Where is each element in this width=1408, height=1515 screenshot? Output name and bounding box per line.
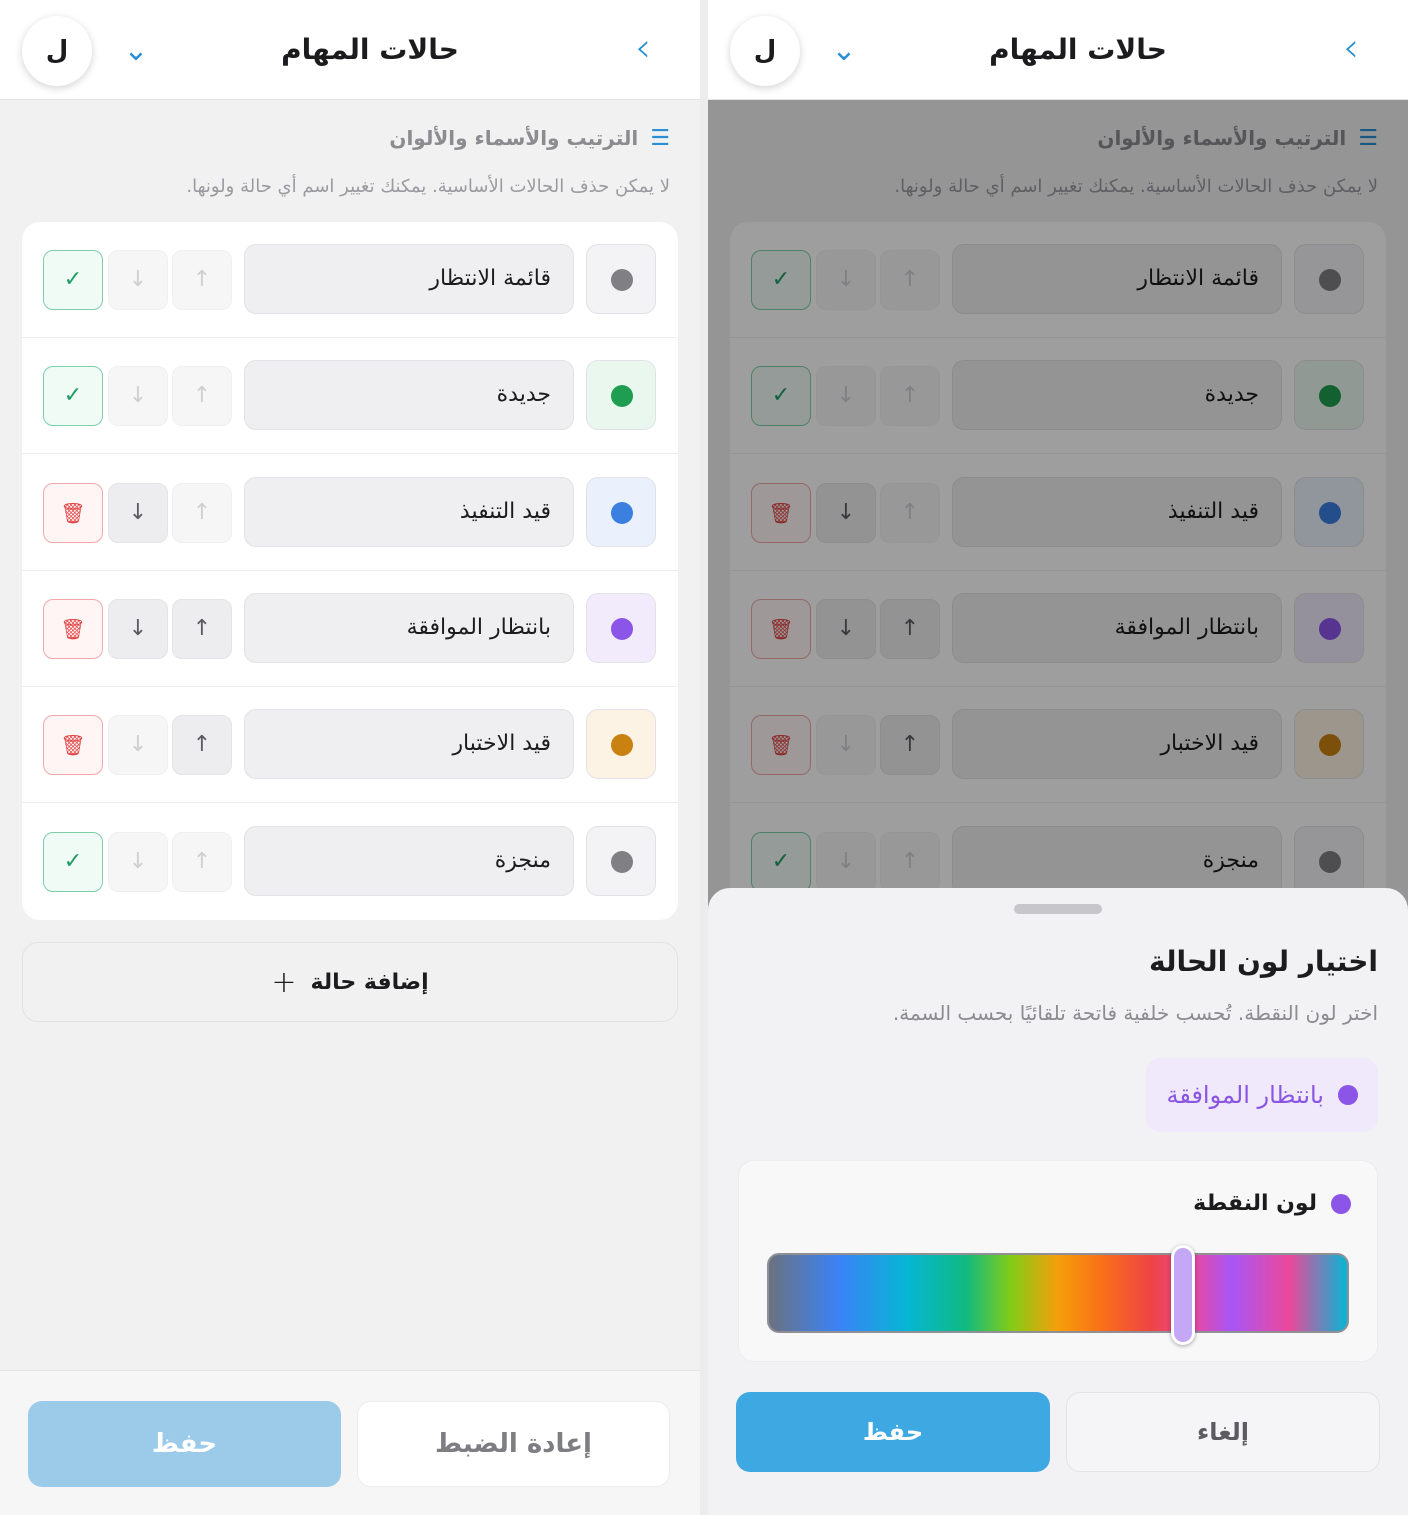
status-name-input[interactable]: منجزة — [244, 825, 574, 896]
status-row: قائمة الانتظار ↑ ↓ ✓ — [22, 222, 678, 338]
check-icon[interactable]: ✓ — [43, 831, 103, 892]
status-row: بانتظار الموافقة ↑ ↓ 🗑 — [22, 571, 678, 687]
dot-color-header: لون النقطة — [1193, 1191, 1351, 1216]
hue-slider-track[interactable] — [767, 1253, 1349, 1333]
add-status-button[interactable]: إضافة حالة + — [22, 942, 678, 1022]
bottom-action-bar: حفظ إعادة الضبط — [0, 1370, 700, 1515]
chevron-right-icon[interactable]: › — [1333, 28, 1369, 70]
status-color-button[interactable] — [586, 825, 656, 896]
move-down-button[interactable]: ↓ — [108, 598, 168, 659]
move-up-button[interactable]: ↑ — [172, 366, 232, 427]
dot-color-swatch — [1331, 1193, 1351, 1214]
status-name-value: بانتظار الموافقة — [406, 614, 551, 640]
dot-color-card: لون النقطة — [738, 1160, 1378, 1362]
check-icon[interactable]: ✓ — [43, 366, 103, 427]
status-name-input[interactable]: قيد التنفيذ — [244, 476, 574, 547]
chevron-down-icon[interactable]: ⌄ — [118, 34, 154, 70]
move-up-button[interactable]: ↑ — [172, 598, 232, 659]
status-color-dot — [611, 269, 633, 291]
trash-icon[interactable]: 🗑 — [43, 482, 103, 543]
move-up-button[interactable]: ↑ — [172, 831, 232, 892]
move-down-button[interactable]: ↓ — [108, 831, 168, 892]
section-heading: ☰ الترتيب والأسماء والألوان — [389, 120, 670, 156]
top-bar: › حالات المهام ⌄ ل — [708, 0, 1408, 100]
status-color-button[interactable] — [586, 360, 656, 431]
top-bar: › حالات المهام ⌄ ل — [0, 0, 700, 100]
status-name-value: جديدة — [496, 382, 551, 408]
reset-button[interactable]: إعادة الضبط — [357, 1401, 670, 1487]
checklist-icon: ☰ — [650, 125, 670, 151]
sheet-cancel-button[interactable]: إلغاء — [1066, 1392, 1380, 1472]
status-color-button[interactable] — [586, 709, 656, 780]
preview-dot — [1338, 1085, 1358, 1105]
sheet-save-button[interactable]: حفظ — [736, 1392, 1050, 1472]
status-name-value: منجزة — [494, 847, 551, 873]
move-up-button[interactable]: ↑ — [172, 250, 232, 310]
chevron-down-icon[interactable]: ⌄ — [826, 34, 862, 70]
status-name-value: قيد التنفيذ — [459, 498, 551, 524]
move-down-button[interactable]: ↓ — [108, 715, 168, 776]
chevron-right-icon[interactable]: › — [625, 28, 661, 70]
status-color-dot — [611, 617, 633, 640]
page-title: حالات المهام — [989, 33, 1167, 66]
section-hint: لا يمكن حذف الحالات الأساسية. يمكنك تغيي… — [186, 176, 670, 197]
plus-icon: + — [271, 964, 297, 1000]
status-row: جديدة ↑ ↓ ✓ — [22, 338, 678, 455]
preview-label: بانتظار الموافقة — [1166, 1081, 1324, 1109]
status-row: قيد الاختبار ↑ ↓ 🗑 — [22, 687, 678, 804]
status-color-button[interactable] — [586, 244, 656, 314]
status-editor-screen: › حالات المهام ⌄ ل ☰ الترتيب والأسماء وا… — [0, 0, 700, 1515]
status-row: منجزة ↑ ↓ ✓ — [22, 804, 678, 920]
move-up-button[interactable]: ↑ — [172, 715, 232, 776]
avatar[interactable]: ل — [22, 16, 92, 86]
status-list: قائمة الانتظار ↑ ↓ ✓ جديدة ↑ ↓ ✓ قيد التنفيذ ↑ ↓ 🗑 ب… — [22, 222, 678, 920]
move-down-button[interactable]: ↓ — [108, 366, 168, 427]
status-preview-chip: بانتظار الموافقة — [1146, 1058, 1378, 1132]
hue-slider-thumb[interactable] — [1171, 1245, 1196, 1345]
sheet-grabber[interactable] — [1014, 904, 1102, 914]
status-color-button[interactable] — [586, 476, 656, 547]
status-color-dot — [611, 850, 633, 873]
trash-icon[interactable]: 🗑 — [43, 598, 103, 659]
status-name-value: قيد الاختبار — [452, 731, 551, 757]
dot-color-label: لون النقطة — [1193, 1191, 1317, 1216]
check-icon[interactable]: ✓ — [43, 250, 103, 310]
avatar[interactable]: ل — [730, 16, 800, 86]
status-row: قيد التنفيذ ↑ ↓ 🗑 — [22, 455, 678, 571]
status-color-dot — [611, 385, 633, 408]
add-status-label: إضافة حالة — [310, 969, 429, 995]
section-title: الترتيب والأسماء والألوان — [389, 126, 639, 150]
status-name-input[interactable]: قائمة الانتظار — [244, 244, 574, 314]
move-up-button[interactable]: ↑ — [172, 482, 232, 543]
status-color-button[interactable] — [586, 592, 656, 663]
status-name-input[interactable]: جديدة — [244, 360, 574, 431]
move-down-button[interactable]: ↓ — [108, 482, 168, 543]
status-name-input[interactable]: بانتظار الموافقة — [244, 592, 574, 663]
save-button[interactable]: حفظ — [28, 1401, 341, 1487]
trash-icon[interactable]: 🗑 — [43, 715, 103, 776]
sheet-title: اختيار لون الحالة — [1148, 945, 1378, 978]
color-picker-sheet: اختيار لون الحالة اختر لون النقطة. تُحسب… — [708, 888, 1408, 1515]
page-title: حالات المهام — [281, 33, 459, 66]
status-editor-screen-with-color-sheet: › حالات المهام ⌄ ل ☰ الترتيب والأسماء وا… — [708, 0, 1408, 1515]
status-color-dot — [611, 501, 633, 524]
status-color-dot — [611, 734, 633, 757]
move-down-button[interactable]: ↓ — [108, 250, 168, 310]
status-name-input[interactable]: قيد الاختبار — [244, 709, 574, 780]
sheet-subtitle: اختر لون النقطة. تُحسب خلفية فاتحة تلقائ… — [892, 1001, 1378, 1025]
status-name-value: قائمة الانتظار — [429, 266, 551, 291]
